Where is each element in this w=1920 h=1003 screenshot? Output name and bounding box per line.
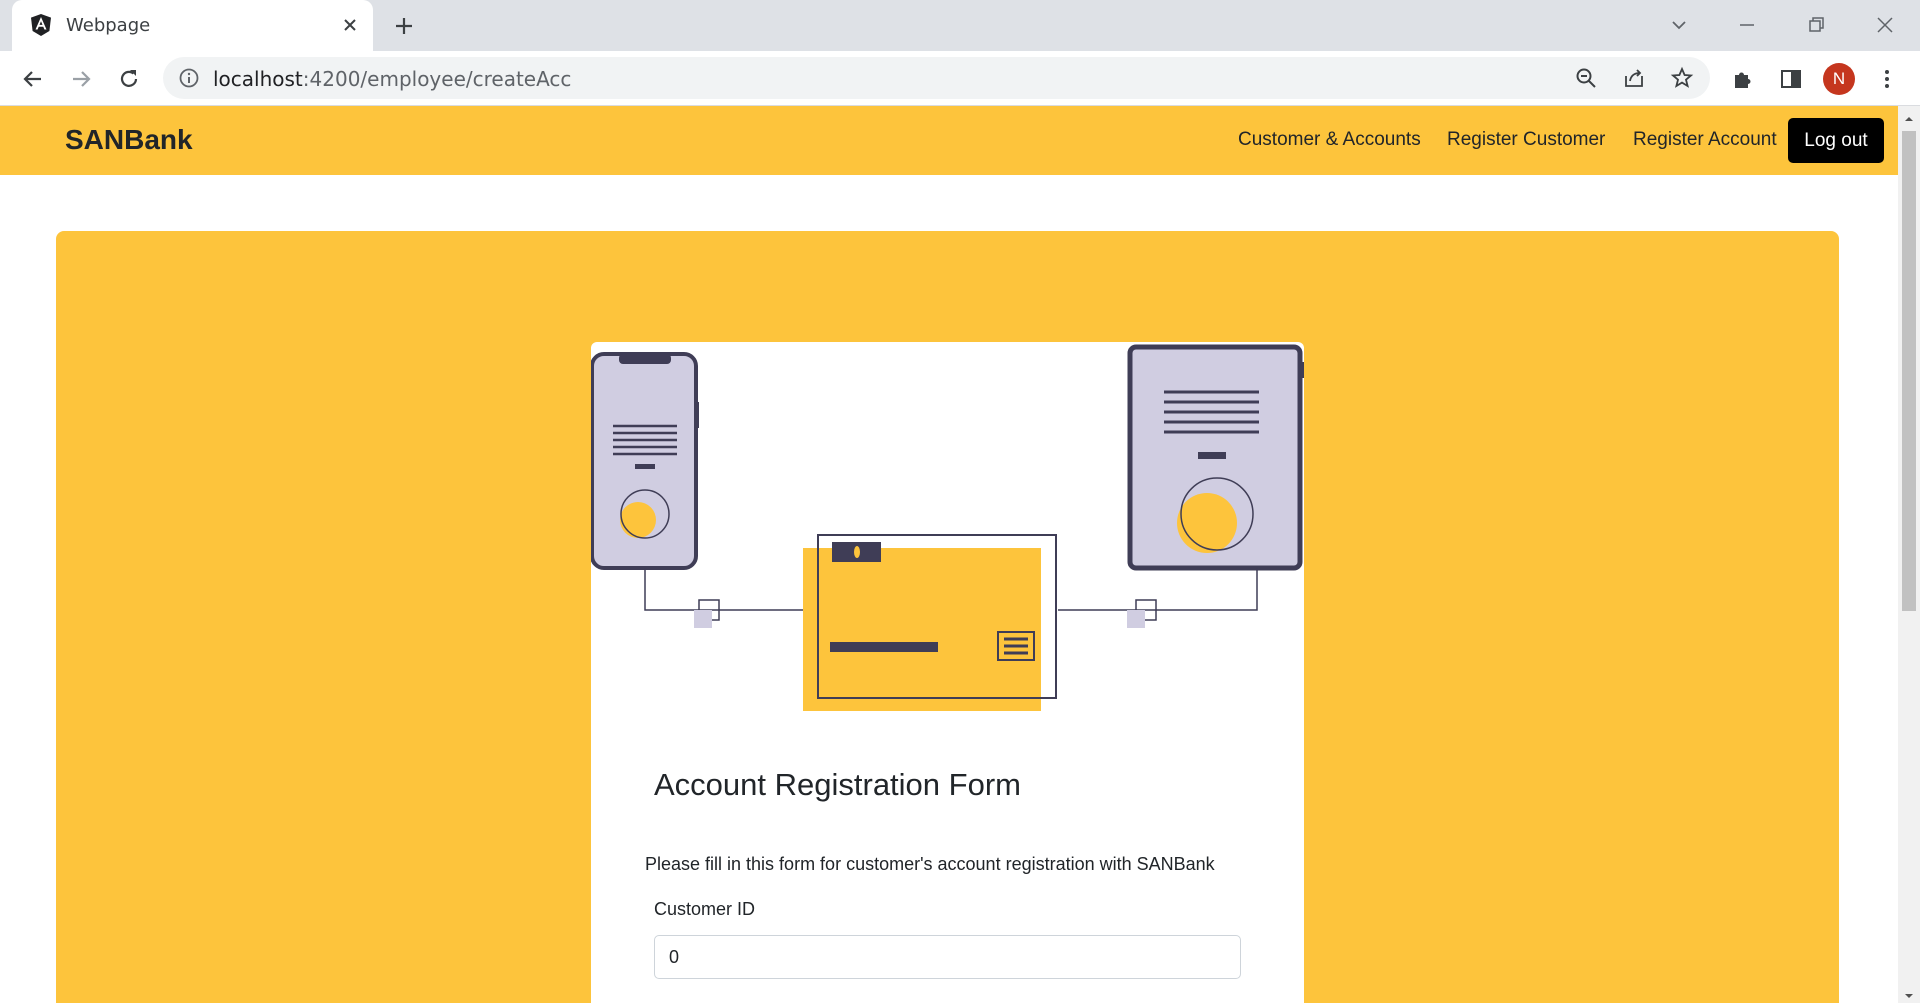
tab-strip: Webpage [0, 0, 1920, 51]
browser-toolbar: localhost:4200/employee/createAcc N [0, 51, 1920, 106]
new-tab-icon[interactable] [390, 12, 418, 40]
forward-arrow-icon[interactable] [67, 65, 95, 93]
phone-illustration [591, 352, 699, 570]
url-host: localhost [213, 67, 303, 91]
site-info-icon[interactable] [177, 66, 201, 90]
form-description: Please fill in this form for customer's … [645, 854, 1215, 874]
tab-search-icon[interactable] [1666, 12, 1692, 38]
url-path: :4200/employee/createAcc [302, 67, 572, 91]
close-window-icon[interactable] [1872, 12, 1898, 38]
page-scrollbar[interactable] [1898, 106, 1920, 1003]
nav-register-customer[interactable]: Register Customer [1447, 129, 1605, 151]
menu-kebab-icon[interactable] [1873, 65, 1901, 93]
customer-id-label: Customer ID [654, 899, 756, 919]
address-bar[interactable]: localhost:4200/employee/createAcc [163, 57, 1710, 99]
nav-customer-accounts[interactable]: Customer & Accounts [1238, 129, 1421, 151]
scrollbar-thumb[interactable] [1902, 131, 1916, 611]
profile-avatar[interactable]: N [1823, 63, 1855, 95]
share-icon[interactable] [1622, 66, 1646, 90]
form-title: Account Registration Form [654, 767, 1021, 802]
back-arrow-icon[interactable] [19, 65, 47, 93]
tab-title: Webpage [66, 15, 151, 36]
top-navbar: SANBank Customer & Accounts Register Cus… [0, 106, 1898, 175]
registration-illustration [591, 344, 1304, 711]
reload-icon[interactable] [115, 65, 143, 93]
scroll-down-arrow-icon[interactable] [1904, 991, 1914, 1001]
credit-card-illustration [803, 534, 1057, 711]
angular-logo-icon [31, 14, 51, 36]
minimize-icon[interactable] [1734, 12, 1760, 38]
bookmark-star-icon[interactable] [1670, 66, 1694, 90]
registration-card: Account Registration Form Please fill in… [591, 342, 1304, 1003]
nav-register-account[interactable]: Register Account [1633, 129, 1777, 151]
tablet-illustration [1127, 344, 1304, 571]
scroll-up-arrow-icon[interactable] [1904, 114, 1914, 124]
page-viewport: SANBank Customer & Accounts Register Cus… [0, 106, 1898, 1003]
logout-button[interactable]: Log out [1788, 118, 1884, 163]
browser-tab[interactable]: Webpage [12, 0, 373, 51]
extensions-puzzle-icon[interactable] [1729, 65, 1757, 93]
side-panel-icon[interactable] [1777, 65, 1805, 93]
close-tab-icon[interactable] [338, 13, 362, 37]
zoom-out-icon[interactable] [1574, 66, 1598, 90]
customer-id-input[interactable] [654, 935, 1241, 979]
brand-logo[interactable]: SANBank [65, 124, 193, 156]
restore-icon[interactable] [1803, 12, 1829, 38]
url-text[interactable]: localhost:4200/employee/createAcc [213, 67, 571, 91]
